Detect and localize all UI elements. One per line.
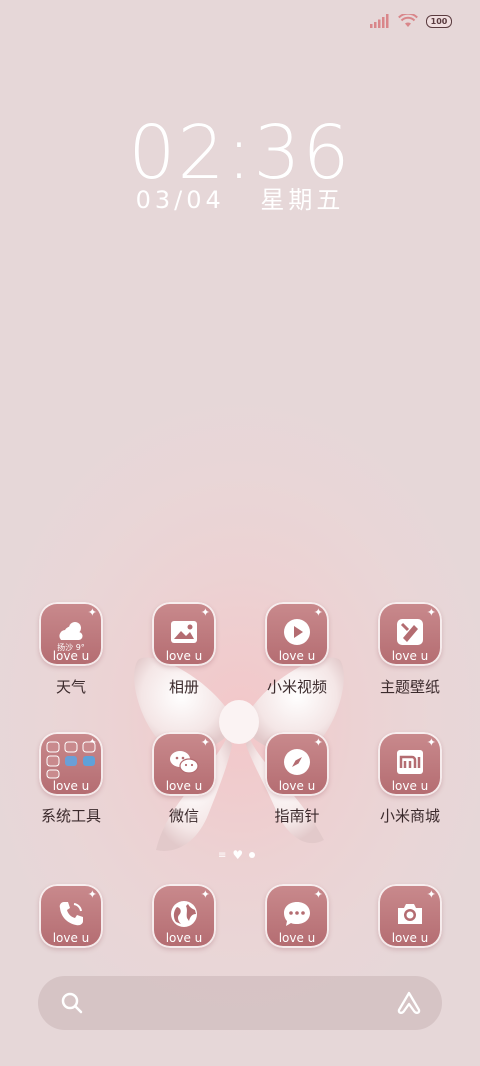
app-mi-store[interactable]: ✦ love u	[378, 732, 442, 796]
sparkle-icon: ✦	[426, 888, 436, 901]
folder-grid-icon	[46, 741, 96, 779]
messages-icon	[284, 902, 310, 926]
page-dot	[249, 852, 256, 858]
app-label: 主题壁纸	[379, 678, 440, 696]
app-badge: love u	[278, 931, 316, 945]
date-text: 03/04	[135, 186, 225, 214]
mi-logo-icon	[397, 750, 423, 774]
play-icon	[284, 619, 310, 645]
wifi-icon	[398, 14, 418, 27]
app-weather[interactable]: ✦ 扬沙 9° love u	[39, 602, 103, 666]
app-label: 小米商城	[379, 807, 440, 825]
app-label: 指南针	[274, 807, 320, 825]
app-label: 小米视频	[266, 678, 327, 696]
sparkle-icon: ✦	[200, 736, 210, 749]
folder-system-tools[interactable]: ✦ love u	[39, 732, 103, 796]
gallery-icon	[171, 621, 197, 643]
app-label: 微信	[168, 807, 199, 825]
globe-icon	[171, 901, 197, 927]
app-badge: love u	[278, 649, 316, 663]
sparkle-icon: ✦	[426, 736, 436, 749]
camera-icon	[398, 904, 422, 924]
app-badge: love u	[52, 649, 90, 663]
sparkle-icon: ✦	[313, 606, 323, 619]
app-badge: love u	[165, 649, 203, 663]
app-compass[interactable]: ✦ love u	[265, 732, 329, 796]
paintbrush-icon	[397, 619, 423, 645]
app-badge: love u	[278, 779, 316, 793]
sparkle-icon: ✦	[87, 606, 97, 619]
app-badge: love u	[165, 779, 203, 793]
app-gallery[interactable]: ✦ love u	[152, 602, 216, 666]
dock-browser[interactable]: ✦ love u	[152, 884, 216, 948]
menu-lines-icon: ≡	[218, 849, 227, 861]
app-badge: love u	[391, 931, 429, 945]
wechat-icon	[170, 751, 199, 774]
sparkle-icon: ✦	[313, 736, 323, 749]
search-bar[interactable]	[38, 976, 442, 1030]
app-label: 系统工具	[40, 807, 101, 825]
sparkle-icon: ✦	[87, 888, 97, 901]
battery-indicator: 100	[426, 14, 452, 28]
phone-icon	[59, 902, 83, 926]
weekday-text: 星期五	[260, 186, 345, 214]
app-badge: love u	[391, 649, 429, 663]
search-icon	[61, 992, 83, 1014]
heart-icon: ♥	[232, 848, 244, 862]
app-label: 天气	[55, 678, 86, 696]
dock-phone[interactable]: ✦ love u	[39, 884, 103, 948]
sparkle-icon: ✦	[426, 606, 436, 619]
status-bar: 100	[370, 14, 452, 28]
assistant-icon[interactable]	[396, 990, 422, 1016]
app-badge: love u	[391, 779, 429, 793]
sparkle-icon: ✦	[313, 888, 323, 901]
app-badge: love u	[52, 931, 90, 945]
app-label: 相册	[168, 678, 199, 696]
app-badge: love u	[52, 779, 90, 793]
dock-messages[interactable]: ✦ love u	[265, 884, 329, 948]
sparkle-icon: ✦	[200, 888, 210, 901]
app-badge: love u	[165, 931, 203, 945]
app-mi-video[interactable]: ✦ love u	[265, 602, 329, 666]
date-line[interactable]: 03/04 星期五	[0, 180, 480, 215]
app-wechat[interactable]: ✦ love u	[152, 732, 216, 796]
app-themes[interactable]: ✦ love u	[378, 602, 442, 666]
compass-icon	[284, 749, 310, 775]
sparkle-icon: ✦	[200, 606, 210, 619]
page-indicator[interactable]: ≡ ♥	[218, 848, 256, 862]
signal-icon	[370, 14, 389, 28]
dock-camera[interactable]: ✦ love u	[378, 884, 442, 948]
